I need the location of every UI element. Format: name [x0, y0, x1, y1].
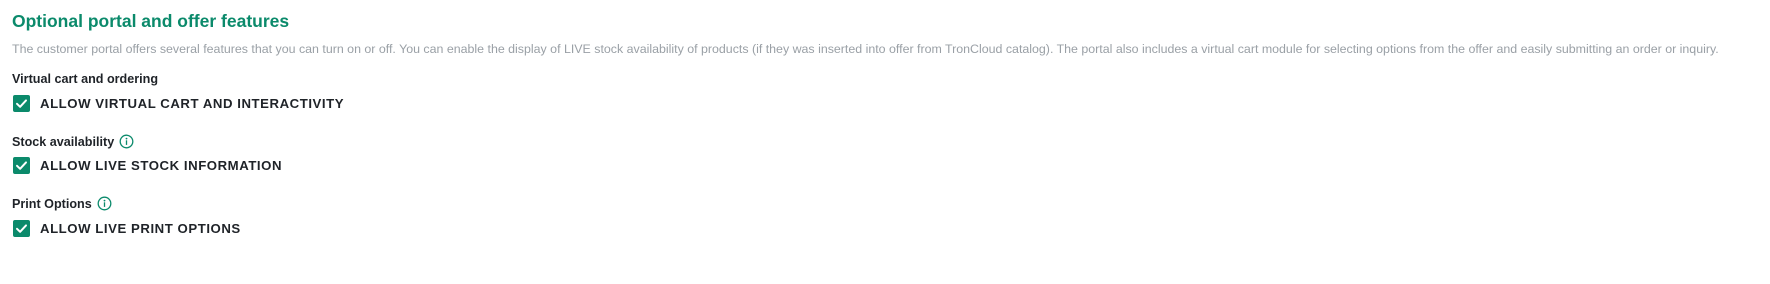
page-description: The customer portal offers several featu… — [12, 42, 1719, 56]
checkmark-icon — [16, 161, 27, 170]
section-label-virtual-cart: Virtual cart and ordering — [12, 72, 158, 86]
virtual-cart-checkbox[interactable] — [13, 95, 30, 112]
option-live-stock[interactable]: ALLOW LIVE STOCK INFORMATION — [13, 157, 282, 174]
virtual-cart-option-label: ALLOW VIRTUAL CART AND INTERACTIVITY — [40, 96, 345, 111]
live-stock-option-label: ALLOW LIVE STOCK INFORMATION — [40, 158, 283, 173]
section-label-text: Stock availability — [12, 134, 115, 149]
section-label-text: Virtual cart and ordering — [12, 72, 159, 86]
live-print-option-label: ALLOW LIVE PRINT OPTIONS — [40, 221, 241, 236]
section-label-stock-availability: Stock availability — [12, 134, 134, 149]
info-circle-icon[interactable] — [97, 196, 112, 211]
checkmark-icon — [16, 224, 27, 233]
live-stock-checkbox[interactable] — [13, 157, 30, 174]
section-label-text: Print Options — [12, 196, 92, 211]
option-virtual-cart[interactable]: ALLOW VIRTUAL CART AND INTERACTIVITY — [13, 95, 344, 112]
section-label-print-options: Print Options — [12, 196, 112, 211]
checkmark-icon — [16, 99, 27, 108]
page-title: Optional portal and offer features — [12, 11, 290, 31]
option-live-print[interactable]: ALLOW LIVE PRINT OPTIONS — [13, 220, 241, 237]
live-print-checkbox[interactable] — [13, 220, 30, 237]
info-circle-icon[interactable] — [119, 134, 134, 149]
